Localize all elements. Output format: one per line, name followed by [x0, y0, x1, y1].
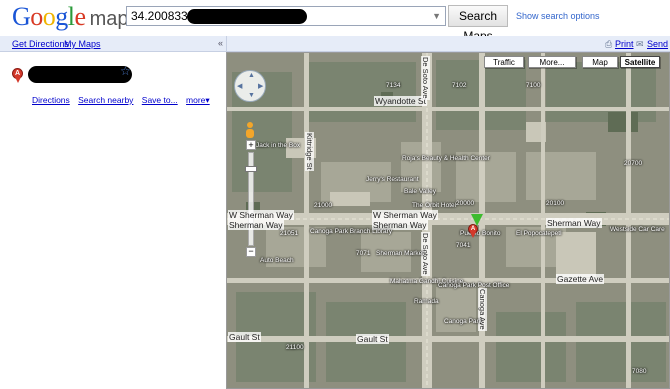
dropdown-arrow-icon[interactable]: ▼: [432, 11, 441, 21]
satellite-type-button[interactable]: Satellite: [620, 56, 660, 68]
collapse-panel-icon[interactable]: «: [218, 38, 223, 48]
satellite-imagery: [226, 52, 670, 389]
google-maps-logo[interactable]: Google maps: [12, 2, 138, 32]
place-label[interactable]: Roja's Beauty & Health Center: [402, 155, 490, 162]
save-to-link[interactable]: Save to...: [142, 95, 178, 105]
place-label[interactable]: Sherman Market: [376, 250, 424, 257]
street-label-gault: Gault St: [228, 332, 261, 342]
star-icon[interactable]: ☆: [120, 64, 131, 78]
place-label[interactable]: Ramada: [414, 298, 439, 305]
zoom-out-button[interactable]: −: [246, 247, 256, 257]
address-number: 20000: [456, 200, 475, 207]
print-link[interactable]: Print: [615, 39, 634, 49]
street-label-sherman-left2: Sherman Way: [228, 220, 284, 230]
traffic-button[interactable]: Traffic: [484, 56, 524, 68]
place-label[interactable]: The Orbit Hotel: [412, 202, 456, 209]
street-label-sherman-mid: W Sherman Way: [372, 210, 438, 220]
address-number: 21051: [280, 230, 299, 237]
street-label-kittridge: Kittridge St: [305, 132, 314, 171]
redacted-result-title[interactable]: [28, 66, 132, 83]
place-label[interactable]: Bale Valley: [404, 188, 436, 195]
my-maps-link[interactable]: My Maps: [64, 39, 101, 49]
result-links: Directions Search nearby Save to... more…: [32, 92, 215, 106]
more-button[interactable]: More...: [528, 56, 576, 68]
place-label[interactable]: Auto Beach: [260, 257, 294, 264]
address-number: 21000: [314, 202, 333, 209]
address-number: 20100: [546, 200, 565, 207]
street-label-wyandotte: Wyandotte St: [374, 96, 427, 106]
street-label-desoto-top: De Soto Ave: [421, 56, 430, 100]
map-type-button[interactable]: Map: [582, 56, 618, 68]
address-number: 7102: [452, 82, 467, 89]
place-label[interactable]: Jack in the Box: [256, 142, 300, 149]
map-toolbar: ⎙ Print ✉ Send: [226, 36, 670, 52]
zoom-slider-thumb[interactable]: [245, 166, 257, 172]
logo-google: Google: [12, 2, 86, 31]
address-number: 7041: [456, 242, 471, 249]
address-number: 21100: [286, 344, 304, 351]
place-label[interactable]: Westside Car Care: [610, 226, 665, 233]
street-label-sherman-left: W Sherman Way: [228, 210, 294, 220]
zoom-in-button[interactable]: +: [246, 140, 256, 150]
more-link[interactable]: more▾: [186, 95, 210, 105]
place-label[interactable]: El Popocatepetl: [516, 230, 562, 237]
street-label-sherman-right: Sherman Way: [546, 218, 602, 228]
place-label[interactable]: Canoga Park Branch Library: [310, 228, 392, 235]
left-toolbar: Get Directions My Maps «: [0, 36, 226, 52]
search-input[interactable]: 34.200833,- ▼: [126, 6, 446, 26]
pan-up-icon[interactable]: ▲: [248, 72, 255, 79]
place-label[interactable]: Canoga Park Post Office: [438, 282, 509, 289]
envelope-icon[interactable]: ✉: [636, 39, 644, 50]
left-panel: Get Directions My Maps « A ☆ Directions …: [0, 36, 226, 389]
address-number: 7134: [386, 82, 401, 89]
printer-icon[interactable]: ⎙: [605, 39, 612, 50]
get-directions-link[interactable]: Get Directions: [12, 39, 69, 49]
header: Googlemaps 34.200833,- ▼ Search Maps Sho…: [0, 0, 670, 43]
search-maps-button[interactable]: Search Maps: [448, 5, 508, 43]
street-view-pegman-icon[interactable]: [246, 122, 254, 138]
pan-left-icon[interactable]: ◀: [237, 82, 242, 90]
pan-down-icon[interactable]: ▼: [248, 92, 255, 99]
send-link[interactable]: Send: [647, 39, 668, 49]
place-label[interactable]: Canoga Park: [444, 318, 482, 325]
redacted-search-text: [187, 9, 307, 24]
street-label-gault-mid: Gault St: [356, 334, 389, 344]
satellite-map[interactable]: Traffic More... Map Satellite ▲ ◀ ▶ ▼ + …: [226, 52, 670, 389]
pan-control[interactable]: ▲ ◀ ▶ ▼: [234, 70, 266, 102]
street-label-gazette: Gazette Ave: [556, 274, 605, 284]
address-number: 20700: [624, 160, 643, 167]
show-search-options-link[interactable]: Show search options: [516, 11, 600, 21]
search-value: 34.200833,-: [131, 9, 196, 23]
search-nearby-link[interactable]: Search nearby: [78, 95, 133, 105]
address-number: 7100: [526, 82, 541, 89]
location-marker-a-icon[interactable]: A: [468, 224, 478, 240]
place-label[interactable]: Pueblo Bonito: [460, 230, 500, 237]
directions-link[interactable]: Directions: [32, 95, 70, 105]
pan-right-icon[interactable]: ▶: [258, 82, 263, 90]
address-number: 7071: [356, 250, 371, 257]
address-number: 7080: [632, 368, 647, 375]
place-label[interactable]: Jerry's Restaurant: [366, 176, 419, 183]
result-marker-a-icon[interactable]: A: [12, 68, 23, 83]
